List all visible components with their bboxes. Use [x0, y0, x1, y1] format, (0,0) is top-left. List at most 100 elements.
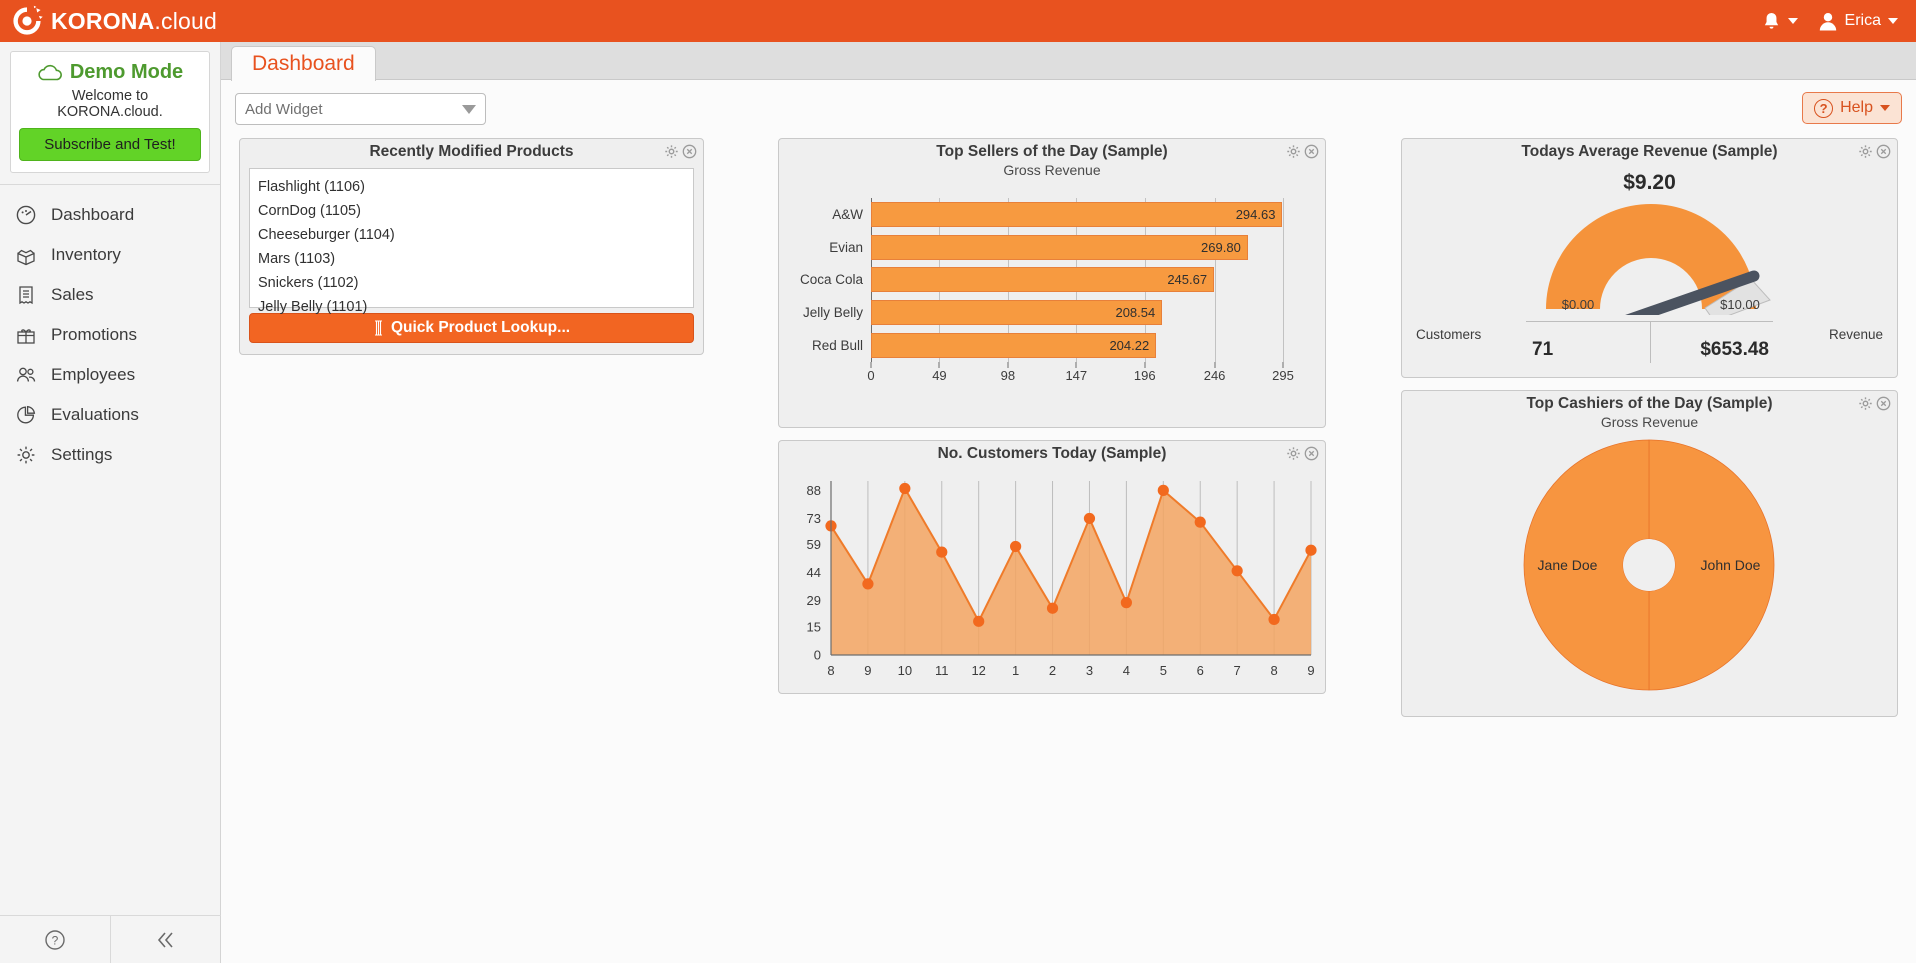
pie-chart-icon [15, 404, 37, 426]
sidebar-item-evaluations[interactable]: Evaluations [0, 395, 220, 435]
data-point[interactable] [1268, 613, 1280, 626]
close-circle-icon[interactable] [1304, 446, 1319, 461]
axis-tick-label: 1 [1012, 663, 1019, 678]
widget-todays-average-revenue: Todays Average Revenue (Sample) $9.20 $0… [1401, 138, 1898, 378]
double-chevron-left-icon [157, 931, 173, 948]
add-widget-placeholder: Add Widget [245, 100, 323, 118]
bar-value-label: 245.67 [1167, 272, 1208, 288]
brand-name: KORONA.cloud [51, 8, 217, 35]
toolbar: Add Widget ? Help [221, 80, 1916, 138]
data-point[interactable] [862, 578, 874, 590]
main-content: Dashboard Add Widget ? Help Recently Mod… [221, 42, 1916, 963]
close-circle-icon[interactable] [682, 144, 697, 159]
axis-tick-label: 15 [807, 619, 821, 634]
user-icon [1819, 12, 1836, 30]
donut-chart-svg: John Doe Jane Doe [1523, 439, 1775, 691]
list-item[interactable]: Snickers (1102) [250, 271, 693, 295]
sidebar-item-label: Inventory [51, 245, 121, 264]
help-dropdown-button[interactable]: ? Help [1802, 92, 1902, 124]
sidebar-item-promotions[interactable]: Promotions [0, 315, 220, 355]
gear-icon [15, 444, 37, 466]
brand-logo-group[interactable]: KORONA.cloud [10, 4, 217, 38]
bar[interactable]: 208.54 [871, 300, 1163, 326]
gift-icon [15, 324, 37, 346]
sidebar-item-sales[interactable]: Sales [0, 275, 220, 315]
demo-mode-title-row: Demo Mode [19, 61, 201, 84]
data-point[interactable] [1157, 484, 1169, 496]
korona-logo-icon [13, 5, 43, 35]
widget-header: Top Sellers of the Day (Sample) [779, 139, 1325, 165]
brand-name-bold: KORONA [51, 7, 155, 34]
data-point[interactable] [1231, 565, 1243, 577]
add-widget-select[interactable]: Add Widget [235, 93, 486, 125]
bar[interactable]: 294.63 [871, 201, 1283, 227]
sidebar: Demo Mode Welcome to KORONA.cloud. Subsc… [0, 42, 221, 963]
notifications-button[interactable] [1762, 11, 1798, 32]
gear-icon[interactable] [1858, 144, 1873, 159]
svg-text:?: ? [52, 933, 59, 947]
data-point[interactable] [1010, 540, 1022, 553]
area-chart: 0 15 29 44 59 73 88 8 9 10 11 12 1 2 3 4 5 6 7 8 9 [779, 467, 1325, 689]
collapse-sidebar-button[interactable] [110, 916, 221, 963]
donut-chart: John Doe Jane Doe [1402, 430, 1897, 702]
gear-icon[interactable] [664, 144, 679, 159]
data-point[interactable] [1305, 544, 1317, 556]
bell-icon [1764, 12, 1778, 29]
bar-category-label: A&W [832, 206, 863, 222]
subscribe-and-test-button[interactable]: Subscribe and Test! [19, 128, 201, 161]
sidebar-item-label: Settings [51, 445, 113, 464]
data-point[interactable] [1083, 512, 1096, 525]
data-point[interactable] [1046, 602, 1059, 614]
bar[interactable]: 204.22 [871, 333, 1157, 359]
gear-icon[interactable] [1858, 396, 1873, 411]
gauge-metrics: 71 $653.48 [1526, 321, 1773, 363]
list-item[interactable]: CornDog (1105) [250, 199, 693, 223]
tab-dashboard[interactable]: Dashboard [231, 46, 376, 81]
user-menu-button[interactable]: Erica [1818, 11, 1898, 32]
gear-icon[interactable] [1286, 144, 1301, 159]
user-name: Erica [1844, 12, 1881, 29]
bar-chart-row: A&W 294.63 [832, 198, 1283, 231]
data-point[interactable] [1194, 516, 1206, 528]
bar-chart-row: Coca Cola 245.67 [800, 264, 1283, 297]
data-point[interactable] [936, 546, 948, 558]
gear-icon[interactable] [1286, 446, 1301, 461]
data-point[interactable] [1120, 597, 1132, 609]
axis-tick-label: 73 [807, 511, 821, 526]
open-box-icon [15, 244, 37, 266]
list-item[interactable]: Flashlight (1106) [250, 175, 693, 199]
quick-product-lookup-button[interactable]: Quick Product Lookup... [249, 313, 694, 343]
bar[interactable]: 269.80 [871, 234, 1248, 260]
customers-label: Customers [1416, 327, 1482, 342]
widget-tools [664, 144, 697, 159]
help-button[interactable]: ? [0, 916, 110, 963]
bar-category-label: Jelly Belly [802, 305, 863, 321]
revenue-label: Revenue [1828, 327, 1883, 342]
list-item[interactable]: Mars (1103) [250, 247, 693, 271]
list-item[interactable]: Cheeseburger (1104) [250, 223, 693, 247]
close-circle-icon[interactable] [1876, 396, 1891, 411]
widget-tools [1858, 144, 1891, 159]
sidebar-item-inventory[interactable]: Inventory [0, 235, 220, 275]
widget-title: Todays Average Revenue (Sample) [1521, 143, 1778, 160]
axis-tick-label: 0 [814, 648, 821, 663]
close-circle-icon[interactable] [1304, 144, 1319, 159]
bar[interactable]: 245.67 [871, 267, 1215, 293]
widget-title: Recently Modified Products [369, 143, 574, 160]
widget-tools [1858, 396, 1891, 411]
help-label: Help [1840, 99, 1873, 116]
bar-chart: A&W 294.63 Evian 269.80 Coca Cola 245.67 Jelly… [793, 186, 1311, 396]
chevron-down-icon [1880, 105, 1890, 111]
help-circle-icon: ? [45, 929, 65, 950]
widget-header: No. Customers Today (Sample) [779, 441, 1325, 467]
sidebar-item-employees[interactable]: Employees [0, 355, 220, 395]
data-point[interactable] [973, 615, 985, 627]
widget-tools [1286, 446, 1319, 461]
close-circle-icon[interactable] [1876, 144, 1891, 159]
sidebar-item-settings[interactable]: Settings [0, 435, 220, 475]
widget-header: Top Cashiers of the Day (Sample) [1402, 391, 1897, 417]
widget-header: Recently Modified Products [240, 139, 703, 165]
sidebar-item-dashboard[interactable]: Dashboard [0, 195, 220, 235]
sidebar-item-label: Evaluations [51, 405, 139, 424]
data-point[interactable] [899, 482, 911, 495]
